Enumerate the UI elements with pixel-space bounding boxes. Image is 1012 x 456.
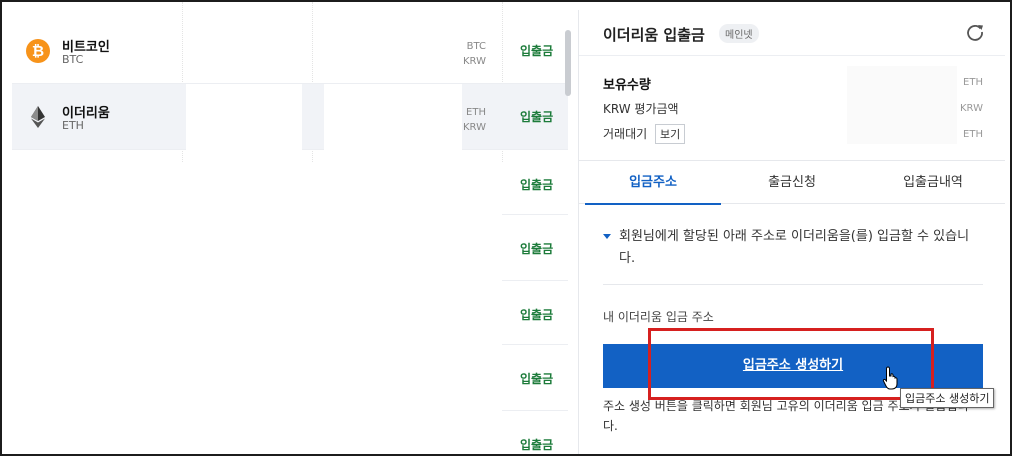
tab-bar: 입금주소 출금신청 입출금내역 (579, 160, 1005, 205)
masked-cell (186, 84, 302, 150)
row-separator (502, 214, 568, 215)
panel-header: 이더리움 입출금 메인넷 (579, 10, 1005, 56)
triangle-down-icon (603, 234, 611, 239)
masked-values (847, 66, 957, 144)
qty-label: 보유수량 (603, 78, 651, 93)
bitcoin-icon: ₿ (26, 39, 50, 63)
currency-2: KRW (463, 56, 486, 67)
refresh-icon[interactable] (965, 22, 985, 42)
section-divider (603, 284, 983, 285)
pending-text: 거래대기 (603, 127, 648, 141)
coin-symbol: ETH (62, 119, 84, 132)
coin-list: ₿ 비트코인 BTC BTC KRW 입출금 이더리움 ETH ETH KRW … (2, 2, 571, 454)
hand-cursor-icon (882, 366, 900, 390)
tab-deposit-address[interactable]: 입금주소 (585, 161, 721, 205)
address-label: 내 이더리움 입금 주소 (603, 310, 714, 324)
deposit-withdraw-button[interactable]: 입출금 (520, 176, 553, 193)
view-button[interactable]: 보기 (655, 124, 686, 144)
deposit-withdraw-button[interactable]: 입출금 (520, 306, 553, 323)
deposit-withdraw-button[interactable]: 입출금 (520, 240, 553, 257)
tab-withdraw-request[interactable]: 출금신청 (724, 161, 860, 205)
pending-label: 거래대기 보기 (603, 124, 686, 144)
list-scrollbar[interactable] (565, 30, 571, 96)
deposit-withdraw-button[interactable]: 입출금 (520, 370, 553, 387)
row-separator (502, 344, 568, 345)
notice-text: 회원님에게 할당된 아래 주소로 이더리움을(를) 입금할 수 있습니다. (619, 229, 970, 266)
deposit-withdraw-button[interactable]: 입출금 (520, 42, 553, 59)
qty-unit: ETH (963, 77, 983, 88)
coin-row-btc[interactable]: ₿ 비트코인 BTC BTC KRW 입출금 (12, 18, 568, 84)
window-frame: ₿ 비트코인 BTC BTC KRW 입출금 이더리움 ETH ETH KRW … (0, 0, 1012, 456)
row-separator (502, 410, 568, 411)
holdings-summary: 보유수량 ETH KRW 평가금액 KRW 거래대기 보기 ETH (579, 66, 1005, 160)
ethereum-icon (26, 105, 50, 129)
tab-history[interactable]: 입출금내역 (865, 161, 1001, 205)
coin-currency: BTC KRW (463, 39, 486, 69)
deposit-withdraw-button[interactable]: 입출금 (520, 436, 553, 453)
currency-2: KRW (463, 122, 486, 133)
krw-label: KRW 평가금액 (603, 102, 679, 116)
tooltip: 입금주소 생성하기 (900, 388, 995, 408)
row-separator (502, 280, 568, 281)
currency-1: ETH (466, 107, 486, 118)
coin-currency: ETH KRW (463, 105, 486, 135)
deposit-notice: 회원님에게 할당된 아래 주소로 이더리움을(를) 입금할 수 있습니다. (603, 226, 983, 270)
network-badge: 메인넷 (719, 24, 759, 43)
coin-row-eth[interactable]: 이더리움 ETH ETH KRW 입출금 (12, 84, 568, 150)
panel-title: 이더리움 입출금 (603, 26, 705, 44)
masked-cell (324, 84, 462, 150)
coin-symbol: BTC (62, 53, 84, 66)
pending-unit: ETH (963, 129, 983, 140)
currency-1: BTC (466, 41, 486, 52)
krw-unit: KRW (960, 103, 983, 114)
deposit-withdraw-button[interactable]: 입출금 (520, 108, 553, 125)
